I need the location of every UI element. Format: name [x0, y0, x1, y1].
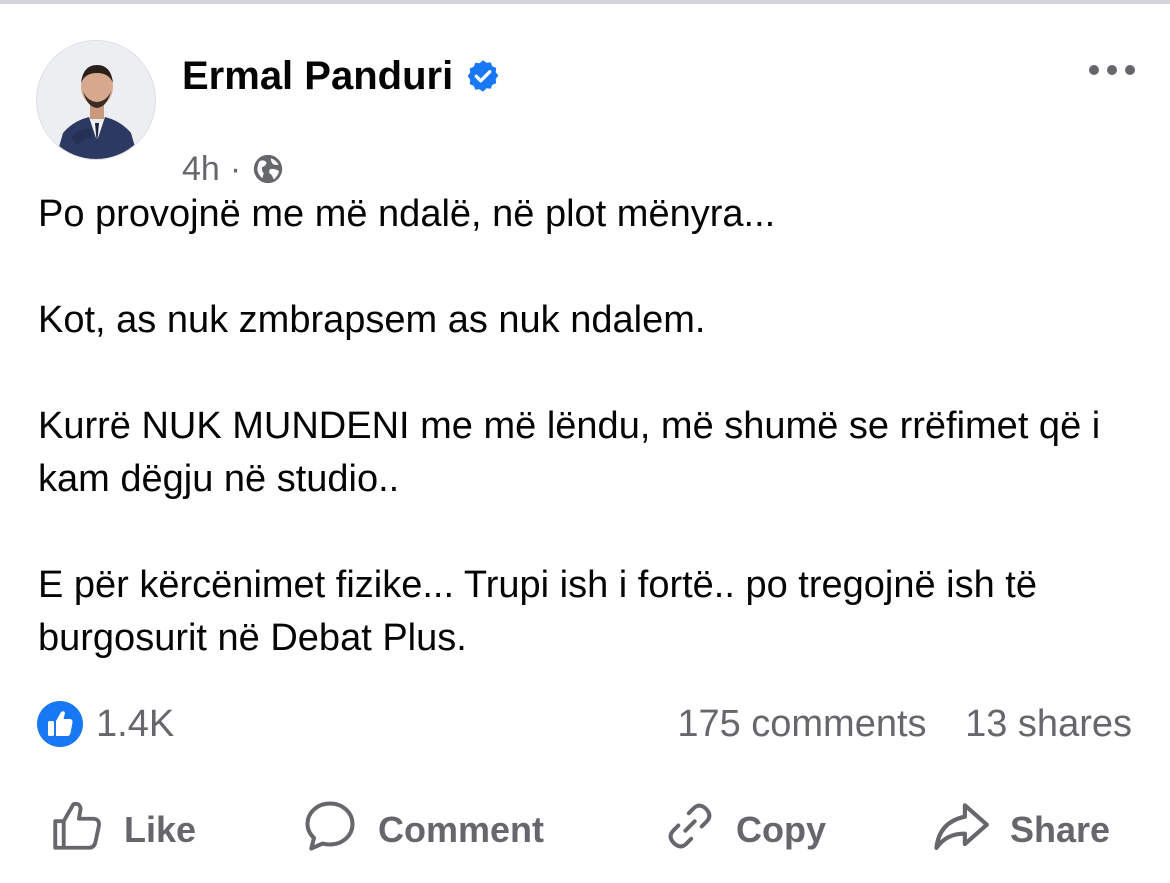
- author-avatar[interactable]: [36, 40, 156, 160]
- post-meta: 4h ·: [182, 150, 285, 188]
- author-name[interactable]: Ermal Panduri: [182, 54, 453, 98]
- comments-count[interactable]: 175 comments: [677, 703, 926, 745]
- link-icon: [662, 798, 718, 863]
- like-button[interactable]: Like: [48, 790, 196, 870]
- copy-button[interactable]: Copy: [662, 790, 826, 870]
- engagement-stats: 1.4K 175 comments 13 shares: [36, 698, 1132, 750]
- post-paragraph: E për kërcënimet fizike... Trupi ish i f…: [38, 564, 1038, 659]
- meta-separator: ·: [229, 150, 242, 188]
- globe-icon[interactable]: [251, 152, 285, 186]
- post-header: Ermal Panduri 4h ·: [36, 40, 1136, 188]
- author-name-row: Ermal Panduri: [182, 54, 501, 98]
- post-paragraph: Kurrë NUK MUNDENI me më lëndu, më shumë …: [38, 405, 1101, 500]
- comment-button[interactable]: Comment: [300, 790, 544, 870]
- like-label: Like: [124, 809, 197, 850]
- share-arrow-icon: [930, 797, 992, 864]
- share-label: Share: [1010, 809, 1111, 850]
- share-button[interactable]: Share: [930, 790, 1110, 870]
- shares-count[interactable]: 13 shares: [965, 703, 1132, 745]
- post-text: Po provojnë me më ndalë, në plot mënyra.…: [38, 188, 1148, 665]
- thumbs-up-icon: [48, 797, 106, 864]
- post-paragraph: Po provojnë me më ndalë, në plot mënyra.…: [38, 193, 776, 235]
- like-reaction-icon[interactable]: [36, 700, 84, 748]
- comment-label: Comment: [378, 809, 545, 850]
- post-timestamp[interactable]: 4h: [182, 150, 220, 188]
- action-bar: Like Comment Copy Share: [0, 790, 1170, 870]
- top-divider: [0, 0, 1170, 4]
- more-options-icon[interactable]: [1088, 60, 1136, 80]
- like-count[interactable]: 1.4K: [96, 700, 174, 748]
- copy-label: Copy: [736, 809, 826, 850]
- verified-badge-icon: [465, 58, 501, 94]
- post-paragraph: Kot, as nuk zmbrapsem as nuk ndalem.: [38, 299, 706, 341]
- comment-bubble-icon: [300, 796, 360, 865]
- stats-counts: 175 comments 13 shares: [677, 700, 1132, 748]
